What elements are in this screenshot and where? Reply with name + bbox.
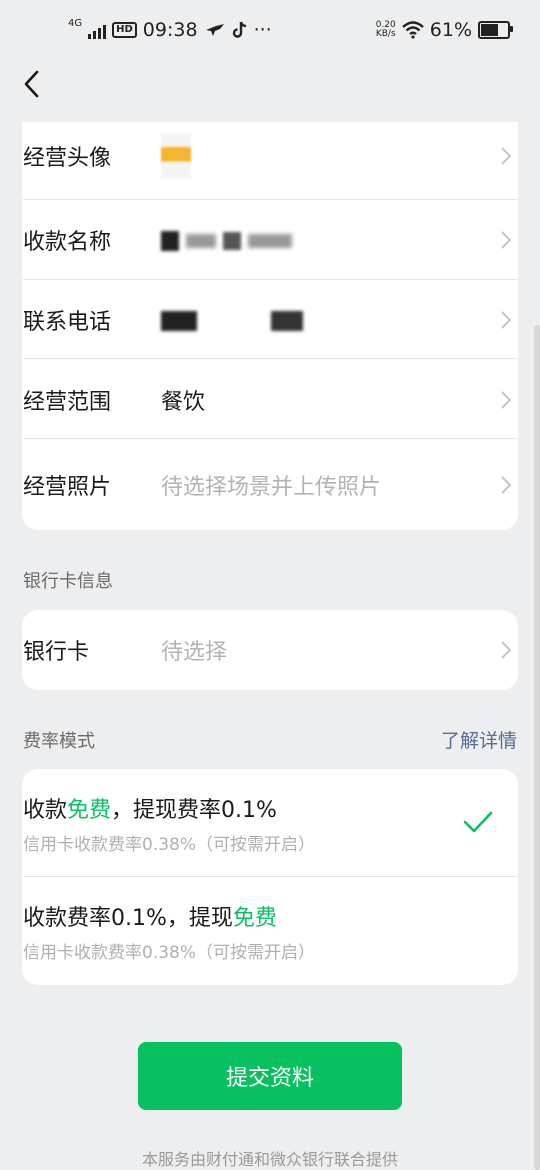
row-phone[interactable]: 联系电话	[23, 300, 517, 340]
chevron-right-icon	[501, 311, 512, 329]
fee-text: 收款	[23, 798, 68, 823]
net-speed: 0.20 KB/s	[376, 21, 396, 39]
fee-section-title: 费率模式	[23, 731, 95, 752]
submit-button[interactable]: 提交资料	[138, 1042, 402, 1110]
check-icon	[463, 811, 493, 833]
chevron-right-icon	[501, 231, 512, 249]
row-label: 银行卡	[23, 640, 90, 665]
wifi-icon	[401, 21, 424, 39]
back-icon[interactable]	[18, 68, 48, 100]
row-business-photos[interactable]: 经营照片 待选择场景并上传照片	[23, 465, 517, 505]
network-type: 4G	[68, 17, 83, 29]
row-bank-card[interactable]: 银行卡 待选择	[23, 630, 517, 670]
fee-option-2[interactable]: 收款费率0.1%，提现免费 信用卡收款费率0.38%（可按需开启）	[23, 900, 517, 970]
divider	[23, 438, 517, 439]
row-label: 经营照片	[23, 475, 112, 500]
phone-redacted	[161, 308, 517, 333]
row-business-scope[interactable]: 经营范围 餐饮	[23, 380, 517, 420]
bank-section-title: 银行卡信息	[23, 571, 113, 592]
chevron-right-icon	[501, 641, 512, 659]
fee-option-1[interactable]: 收款免费，提现费率0.1% 信用卡收款费率0.38%（可按需开启）	[23, 792, 517, 862]
row-payee-name[interactable]: 收款名称	[23, 220, 517, 260]
fee-option-subtitle: 信用卡收款费率0.38%（可按需开启）	[23, 943, 316, 963]
nav-bar	[0, 60, 540, 110]
net-speed-unit: KB/s	[375, 29, 396, 39]
chevron-right-icon	[501, 147, 512, 165]
battery-percent: 61%	[429, 19, 472, 41]
business-scope-value: 餐饮	[161, 390, 206, 415]
status-left: 4G HD 09:38 ···	[68, 17, 272, 42]
business-photos-placeholder: 待选择场景并上传照片	[161, 475, 382, 500]
fee-text: 收款费率0.1%，提现	[23, 906, 233, 931]
row-label: 经营范围	[23, 390, 112, 415]
fee-text: ，提现费率0.1%	[111, 798, 277, 823]
scrollbar[interactable]	[534, 325, 540, 1170]
hd-icon: HD	[112, 22, 137, 38]
chevron-right-icon	[501, 391, 512, 409]
status-right: 0.20 KB/s 61%	[376, 19, 513, 41]
status-time: 09:38	[142, 19, 198, 41]
divider	[23, 358, 517, 359]
learn-more-link[interactable]: 了解详情	[441, 726, 517, 753]
divider	[23, 279, 517, 280]
tiktok-icon	[232, 21, 246, 38]
divider	[23, 876, 517, 877]
status-bar: 4G HD 09:38 ··· 0.20 KB/s 61%	[0, 0, 540, 60]
battery-icon	[478, 21, 513, 39]
bird-app-icon	[205, 24, 224, 36]
avatar-preview	[161, 134, 517, 178]
row-label: 收款名称	[23, 230, 112, 255]
free-highlight: 免费	[67, 798, 112, 823]
battery-fill	[481, 24, 499, 36]
free-highlight: 免费	[232, 906, 277, 931]
footer-note: 本服务由财付通和微众银行联合提供	[141, 1150, 398, 1169]
row-label: 联系电话	[23, 310, 112, 335]
chevron-right-icon	[501, 476, 512, 494]
fee-option-subtitle: 信用卡收款费率0.38%（可按需开启）	[23, 835, 316, 855]
fee-option-title: 收款免费，提现费率0.1%	[23, 792, 517, 824]
row-avatar[interactable]: 经营头像	[23, 134, 517, 178]
signal-icon	[88, 21, 107, 39]
fee-option-title: 收款费率0.1%，提现免费	[23, 900, 517, 932]
payee-name-redacted	[161, 228, 517, 253]
more-notifications-icon: ···	[253, 19, 272, 41]
row-label: 经营头像	[23, 146, 112, 171]
bank-card-placeholder: 待选择	[161, 640, 228, 665]
divider	[23, 199, 517, 200]
